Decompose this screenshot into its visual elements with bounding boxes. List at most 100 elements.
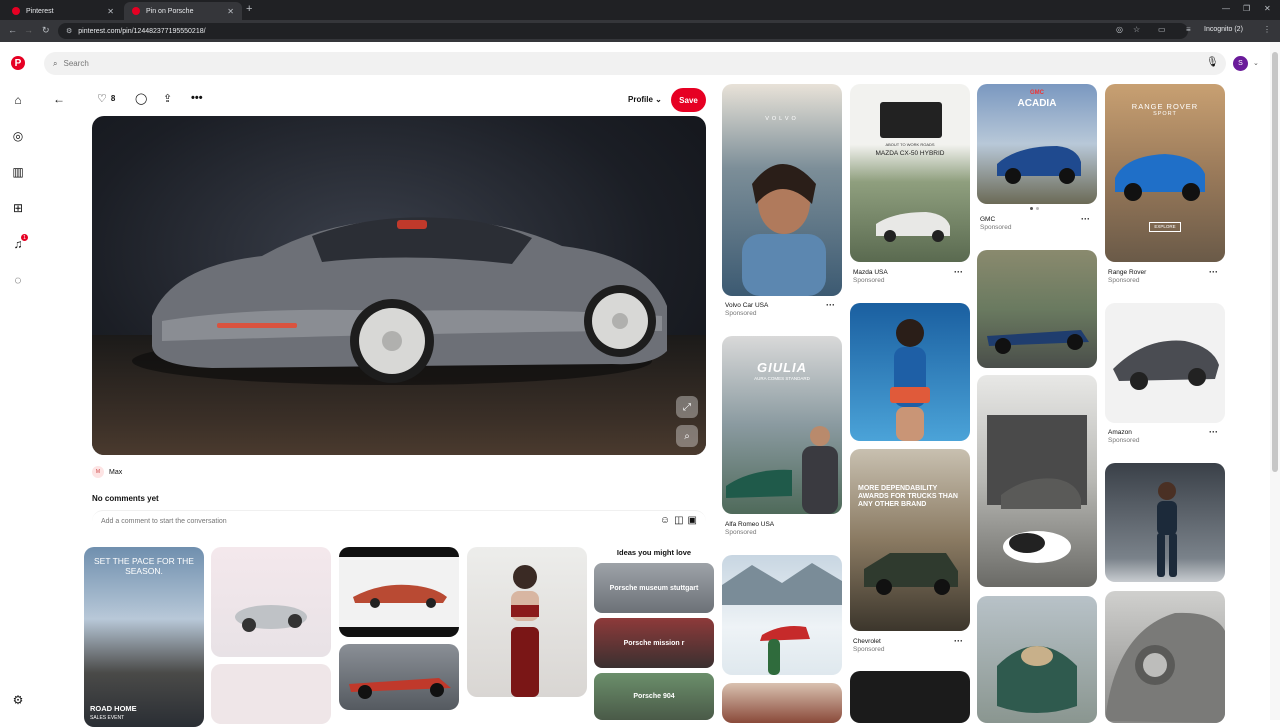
idea-porsche-museum[interactable]: Porsche museum stuttgart bbox=[594, 563, 714, 613]
pin-volvo-ad[interactable]: VOLVO bbox=[722, 84, 842, 296]
more-options-icon[interactable]: ··· bbox=[1209, 427, 1218, 437]
scrollbar-thumb[interactable] bbox=[1272, 52, 1278, 472]
minimize-icon[interactable]: — bbox=[1222, 4, 1230, 13]
settings-gear-icon[interactable]: ⚙ bbox=[11, 693, 25, 707]
pin-green-porsche[interactable] bbox=[977, 596, 1097, 723]
more-options-icon[interactable]: ··· bbox=[1081, 214, 1090, 224]
eye-off-icon[interactable]: ◎ bbox=[1116, 25, 1123, 34]
forward-nav-icon[interactable]: → bbox=[24, 25, 33, 35]
address-bar[interactable]: ⚙ pinterest.com/pin/1244823771955502​18/ bbox=[58, 23, 1188, 39]
save-button[interactable]: Save bbox=[671, 88, 706, 112]
pin-portrait[interactable] bbox=[211, 664, 331, 724]
messages-icon[interactable]: ◌ bbox=[11, 273, 25, 287]
tab-title: Pinterest bbox=[26, 7, 54, 15]
pin-meta-mazda[interactable]: Mazda USA Sponsored bbox=[853, 269, 888, 284]
more-options-icon[interactable]: ··· bbox=[954, 267, 963, 277]
close-tab-icon[interactable]: ✕ bbox=[107, 7, 114, 16]
rr-explore-button: EXPLORE bbox=[1149, 222, 1181, 232]
tab-search-icon[interactable]: ▭ bbox=[1158, 25, 1166, 34]
comment-icon[interactable]: ◯ bbox=[135, 92, 147, 105]
notifications-bell-icon[interactable]: ♫ 1 bbox=[11, 234, 28, 251]
board-selector[interactable]: Profile ⌄ bbox=[628, 95, 662, 104]
microphone-icon[interactable]: 🎙︎ bbox=[1206, 57, 1219, 68]
notification-badge: 1 bbox=[21, 234, 28, 241]
idea-porsche-mission-r[interactable]: Porsche mission r bbox=[594, 618, 714, 668]
pin-dark-car[interactable] bbox=[850, 671, 970, 723]
pin-crowd[interactable] bbox=[722, 683, 842, 723]
pin-range-rover-ad[interactable]: RANGE ROVER SPORT EXPLORE bbox=[1105, 84, 1225, 262]
browser-menu-icon[interactable]: ⋮ bbox=[1263, 25, 1271, 34]
idea-porsche-904[interactable]: Porsche 904 bbox=[594, 673, 714, 720]
pin-race-car[interactable] bbox=[339, 644, 459, 710]
close-tab-icon[interactable]: ✕ bbox=[227, 7, 234, 16]
pin-snow-supercar[interactable] bbox=[722, 555, 842, 675]
pin-meta-chevrolet[interactable]: Chevrolet Sponsored bbox=[853, 638, 884, 653]
pin-gmc-ad[interactable]: GMC ACADIA bbox=[977, 84, 1097, 204]
image-upload-icon[interactable]: ▣ bbox=[688, 515, 697, 526]
pin-amazon-ad[interactable] bbox=[1105, 303, 1225, 423]
new-tab-icon[interactable]: + bbox=[246, 3, 252, 15]
pin-blue-swimsuit[interactable] bbox=[850, 303, 970, 441]
snow-car-image bbox=[722, 563, 842, 675]
more-options-icon[interactable]: ··· bbox=[954, 636, 963, 646]
pin-white-car[interactable] bbox=[211, 547, 331, 657]
pin-grey-porsche[interactable] bbox=[1105, 591, 1225, 723]
close-window-icon[interactable]: ✕ bbox=[1264, 4, 1271, 13]
pin-mazda-ad[interactable]: ABOUT TO WORK ROADS MAZDA CX-50 HYBRID bbox=[850, 84, 970, 262]
bookmark-star-icon[interactable]: ☆ bbox=[1133, 25, 1140, 34]
sponsored-label: Sponsored bbox=[980, 224, 1012, 231]
pin-fashion[interactable] bbox=[467, 547, 587, 697]
pinterest-logo-icon[interactable]: P bbox=[11, 56, 25, 70]
carousel-dot[interactable] bbox=[1030, 207, 1033, 210]
carousel-dot[interactable] bbox=[1036, 207, 1039, 210]
home-icon[interactable]: ⌂ bbox=[11, 93, 25, 107]
media-control-icon[interactable]: ≡ bbox=[1186, 25, 1191, 34]
pin-bmw-ad[interactable]: SET THE PACE FOR THE SEASON. ROAD HOME S… bbox=[84, 547, 204, 727]
pin-meta-amazon[interactable]: Amazon Sponsored bbox=[1108, 429, 1139, 444]
more-options-icon[interactable]: ··· bbox=[826, 300, 835, 310]
restore-icon[interactable]: ❐ bbox=[1243, 4, 1250, 13]
boards-icon[interactable]: ▥ bbox=[11, 165, 25, 179]
browser-tab-pinterest[interactable]: Pinterest ✕ bbox=[4, 2, 122, 20]
back-nav-icon[interactable]: ← bbox=[8, 25, 17, 35]
pin-meta-alfa[interactable]: Alfa Romeo USA Sponsored bbox=[725, 521, 774, 536]
explore-compass-icon[interactable]: ◎ bbox=[11, 129, 25, 143]
browser-tab-pin[interactable]: Pin on Porsche ✕ bbox=[124, 2, 242, 20]
expand-icon[interactable]: ⤢ bbox=[676, 396, 698, 418]
pin-f1-car[interactable] bbox=[977, 250, 1097, 368]
grey-porsche-image bbox=[1105, 612, 1225, 723]
carousel-indicator[interactable] bbox=[1030, 207, 1039, 210]
pin-meta-range-rover[interactable]: Range Rover Sponsored bbox=[1108, 269, 1146, 284]
emoji-icon[interactable]: ☺ bbox=[660, 515, 670, 526]
pin-athlete[interactable] bbox=[1105, 463, 1225, 582]
pin-chevrolet-ad[interactable]: MORE DEPENDABILITY AWARDS FOR TRUCKS THA… bbox=[850, 449, 970, 631]
search-input[interactable]: ⌕ Search bbox=[44, 52, 1226, 75]
comment-input[interactable]: Add a comment to start the conversation … bbox=[92, 510, 706, 532]
advertiser-name: Chevrolet bbox=[853, 638, 881, 645]
like-button[interactable]: ♡ 8 bbox=[97, 92, 115, 105]
pin-meta-gmc[interactable]: GMC Sponsored bbox=[980, 216, 1011, 231]
sticker-icon[interactable]: ◫ bbox=[674, 515, 683, 526]
create-plus-icon[interactable]: ⊞ bbox=[11, 201, 25, 215]
incognito-indicator[interactable]: Incognito (2) bbox=[1204, 26, 1243, 33]
chevron-down-icon[interactable]: ⌄ bbox=[1253, 59, 1259, 67]
advertiser-name: Range Rover bbox=[1108, 269, 1147, 276]
user-avatar[interactable]: S bbox=[1233, 56, 1248, 71]
pin-concept-car[interactable] bbox=[339, 547, 459, 637]
pin-alfa-ad[interactable]: GIULIA AURA COMES STANDARD bbox=[722, 336, 842, 514]
site-info-icon[interactable]: ⚙ bbox=[66, 27, 72, 35]
pin-meta-volvo[interactable]: Volvo Car USA Sponsored bbox=[725, 302, 768, 317]
more-options-icon[interactable]: ••• bbox=[191, 92, 203, 104]
pin-garage-porsche[interactable] bbox=[977, 375, 1097, 587]
back-arrow-icon[interactable]: ← bbox=[53, 92, 65, 106]
pin-main-image[interactable]: ⤢ ⌕ bbox=[92, 116, 706, 455]
visual-search-icon[interactable]: ⌕ bbox=[676, 425, 698, 447]
reload-icon[interactable]: ↻ bbox=[42, 25, 50, 36]
author-avatar: M bbox=[92, 466, 104, 478]
model-figure-image bbox=[511, 565, 539, 697]
advertiser-name: Mazda USA bbox=[853, 269, 888, 276]
browser-toolbar: ← → ↻ ⚙ pinterest.com/pin/12448237719555… bbox=[0, 20, 1280, 42]
more-options-icon[interactable]: ··· bbox=[1209, 267, 1218, 277]
share-icon[interactable]: ⇪ bbox=[163, 92, 172, 105]
pin-author[interactable]: M Max bbox=[92, 466, 122, 478]
